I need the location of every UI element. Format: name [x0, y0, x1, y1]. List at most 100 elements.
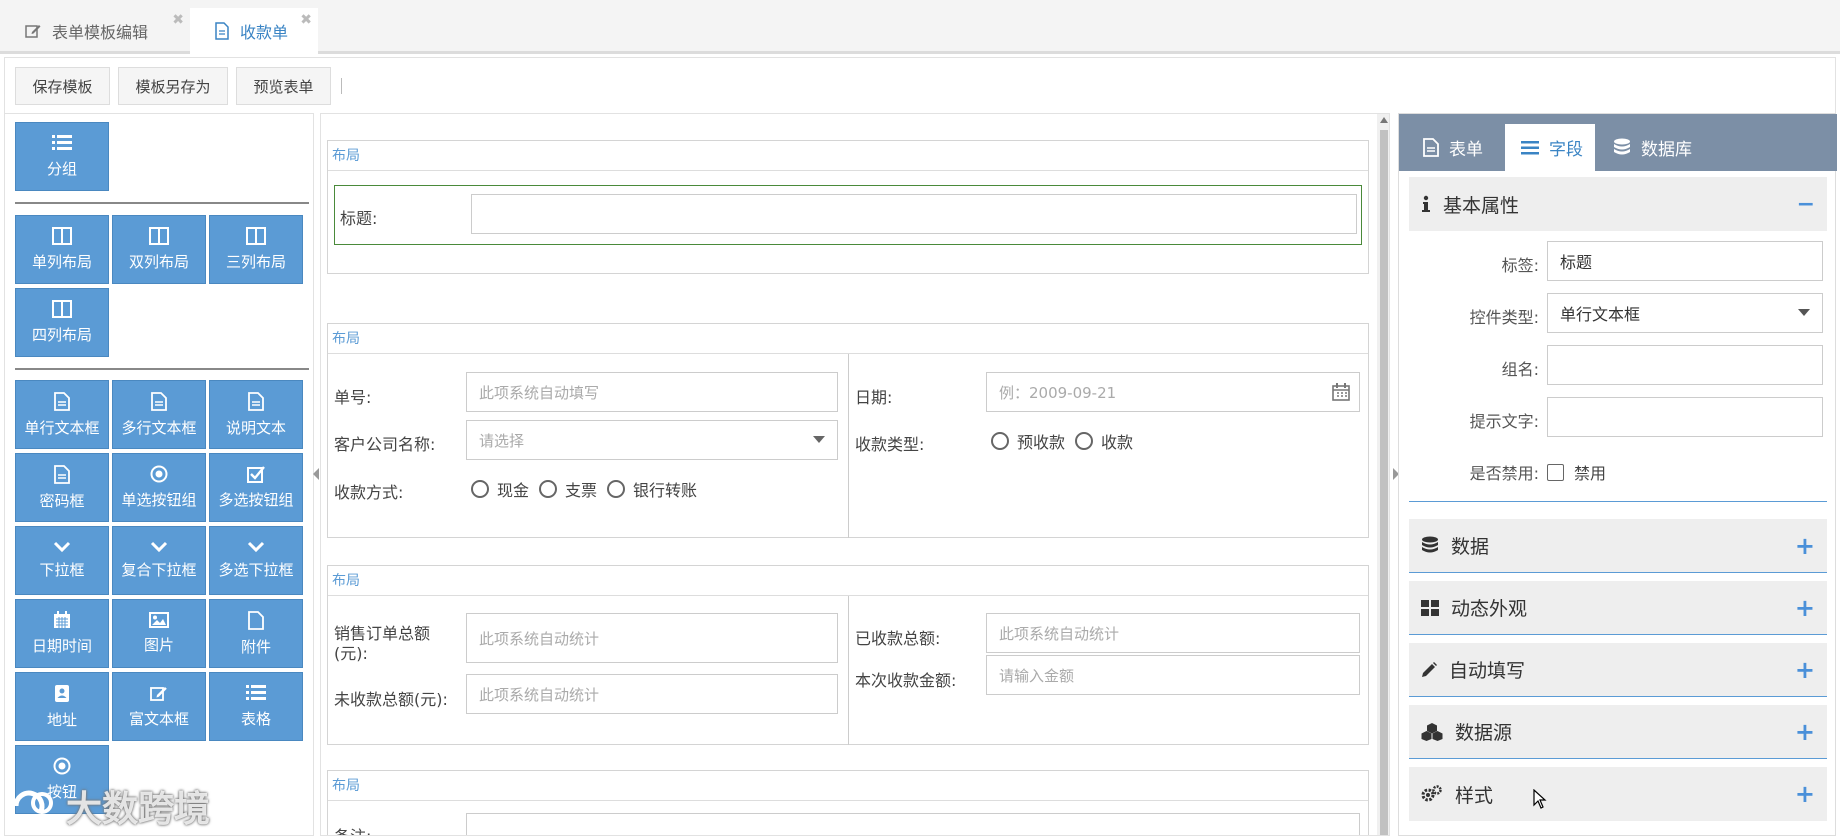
- tab-label: 字段: [1549, 140, 1583, 160]
- current-amount-label: 本次收款金额:: [855, 671, 957, 690]
- unpaid-total-label: 未收款总额(元):: [334, 690, 448, 709]
- radio-label: 预收款: [1017, 433, 1066, 452]
- layout-section[interactable]: 布局 备注:: [327, 770, 1369, 835]
- expand-plus-icon[interactable]: +: [1795, 780, 1815, 808]
- received-total-input[interactable]: 此项系统自动统计: [986, 613, 1360, 653]
- tool-address[interactable]: 地址: [15, 672, 109, 741]
- tool-label: 多选按钮组: [218, 491, 294, 509]
- section-title: 布局: [328, 324, 1368, 354]
- tool-attachment[interactable]: 附件: [209, 599, 303, 668]
- tool-label: 单列布局: [31, 253, 92, 271]
- database-icon: [1421, 536, 1439, 556]
- data-source-header[interactable]: 数据源 +: [1409, 705, 1827, 759]
- customer-select[interactable]: 请选择: [466, 420, 838, 460]
- expand-plus-icon[interactable]: +: [1795, 594, 1815, 622]
- tool-label: 图片: [143, 636, 174, 654]
- chevron-down-icon: [150, 541, 168, 553]
- group-name-input[interactable]: [1547, 345, 1823, 385]
- radio-cash[interactable]: 现金: [471, 477, 529, 501]
- tool-datetime[interactable]: 日期时间: [15, 599, 109, 668]
- tool-label: 复合下拉框: [121, 561, 197, 579]
- dashboard-icon: [1421, 599, 1439, 616]
- sales-total-input[interactable]: 此项系统自动统计: [466, 613, 838, 663]
- tab-label: 数据库: [1641, 140, 1692, 160]
- scrollbar[interactable]: [1377, 114, 1389, 835]
- save-template-button[interactable]: 保存模板: [15, 67, 110, 105]
- dynamic-appearance-header[interactable]: 动态外观 +: [1409, 581, 1827, 635]
- tool-label: 地址: [46, 710, 77, 729]
- auto-fill-header[interactable]: 自动填写 +: [1409, 643, 1827, 697]
- tool-description[interactable]: 说明文本: [209, 380, 303, 449]
- tool-double-column[interactable]: 双列布局: [112, 215, 206, 284]
- control-type-value: 单行文本框: [1560, 305, 1641, 324]
- tab-form[interactable]: 表单: [1399, 124, 1505, 171]
- tool-table[interactable]: 表格: [209, 672, 303, 741]
- tab-database[interactable]: 数据库: [1595, 124, 1715, 171]
- tool-password[interactable]: 密码框: [15, 453, 109, 522]
- tab-template-edit[interactable]: 表单模板编辑 ✖: [0, 8, 190, 54]
- caret-down-icon: [813, 436, 825, 444]
- expand-plus-icon[interactable]: +: [1795, 656, 1815, 684]
- close-icon[interactable]: ✖: [300, 12, 312, 28]
- control-type-select[interactable]: 单行文本框: [1547, 293, 1823, 333]
- tool-textarea[interactable]: 多行文本框: [112, 380, 206, 449]
- label-input[interactable]: 标题: [1547, 241, 1823, 281]
- tool-textbox[interactable]: 单行文本框: [15, 380, 109, 449]
- tool-triple-column[interactable]: 三列布局: [209, 215, 303, 284]
- title-label: 标题:: [340, 209, 378, 228]
- expand-plus-icon[interactable]: +: [1795, 532, 1815, 560]
- layout-section[interactable]: 布局 单号: 此项系统自动填写 客户公司名称: 请选择 收款方式: 现金 支票 …: [327, 323, 1369, 538]
- order-no-input[interactable]: 此项系统自动填写: [466, 372, 838, 412]
- tool-label: 表格: [240, 710, 271, 728]
- preview-button[interactable]: 预览表单: [236, 67, 331, 105]
- hint-text-label: 提示文字:: [1469, 412, 1539, 431]
- tool-radio-group[interactable]: 单选按钮组: [112, 453, 206, 522]
- hint-text-input[interactable]: [1547, 397, 1823, 437]
- unpaid-total-input[interactable]: 此项系统自动统计: [466, 674, 838, 714]
- style-header[interactable]: 样式 +: [1409, 767, 1827, 821]
- current-amount-input[interactable]: 请输入金额: [986, 655, 1360, 695]
- radio-bank-transfer[interactable]: 银行转账: [607, 477, 697, 501]
- tool-dropdown[interactable]: 下拉框: [15, 526, 109, 595]
- radio-prepay[interactable]: 预收款: [991, 429, 1065, 453]
- radio-receipt[interactable]: 收款: [1075, 429, 1133, 453]
- selected-field[interactable]: 标题:: [334, 185, 1362, 245]
- panel-title: 动态外观: [1451, 598, 1528, 620]
- collapse-minus-icon[interactable]: −: [1797, 192, 1815, 217]
- pencil-icon: [1421, 661, 1437, 678]
- tool-compound-dropdown[interactable]: 复合下拉框: [112, 526, 206, 595]
- basic-properties-header[interactable]: 基本属性 −: [1409, 177, 1827, 231]
- expand-plus-icon[interactable]: +: [1795, 718, 1815, 746]
- columns-icon: [246, 227, 266, 245]
- list-icon: [1521, 140, 1539, 156]
- address-card-icon: [54, 684, 70, 703]
- customer-placeholder: 请选择: [479, 431, 525, 450]
- tool-group[interactable]: 分组: [15, 122, 109, 191]
- date-input[interactable]: 例：2009-09-21: [986, 372, 1360, 412]
- radio-check[interactable]: 支票: [539, 477, 597, 501]
- scrollbar-thumb[interactable]: [1380, 130, 1388, 835]
- file-text-icon: [54, 391, 70, 411]
- collapse-left-icon[interactable]: [313, 468, 319, 480]
- disabled-checkbox[interactable]: 禁用: [1547, 460, 1606, 484]
- tool-quad-column[interactable]: 四列布局: [15, 288, 109, 357]
- tab-fields[interactable]: 字段: [1505, 124, 1595, 171]
- layout-section[interactable]: 布局 标题:: [327, 140, 1369, 274]
- tool-single-column[interactable]: 单列布局: [15, 215, 109, 284]
- radio-icon: [53, 757, 71, 775]
- save-as-button[interactable]: 模板另存为: [118, 67, 228, 105]
- toolbar: 保存模板 模板另存为 预览表单: [4, 57, 1836, 113]
- tab-receipt[interactable]: 收款单 ✖: [190, 8, 318, 54]
- tool-rich-text[interactable]: 富文本框: [112, 672, 206, 741]
- tool-image[interactable]: 图片: [112, 599, 206, 668]
- tool-multi-dropdown[interactable]: 多选下拉框: [209, 526, 303, 595]
- tool-checkbox-group[interactable]: 多选按钮组: [209, 453, 303, 522]
- layout-section[interactable]: 布局 销售订单总额(元): 此项系统自动统计 未收款总额(元): 此项系统自动统…: [327, 565, 1369, 745]
- title-input[interactable]: [471, 194, 1357, 234]
- close-icon[interactable]: ✖: [172, 12, 184, 28]
- divider: [15, 202, 309, 204]
- scroll-up-icon[interactable]: [1380, 117, 1388, 123]
- calendar-icon[interactable]: [1332, 383, 1350, 401]
- data-panel-header[interactable]: 数据 +: [1409, 519, 1827, 573]
- remark-input[interactable]: [466, 813, 1360, 835]
